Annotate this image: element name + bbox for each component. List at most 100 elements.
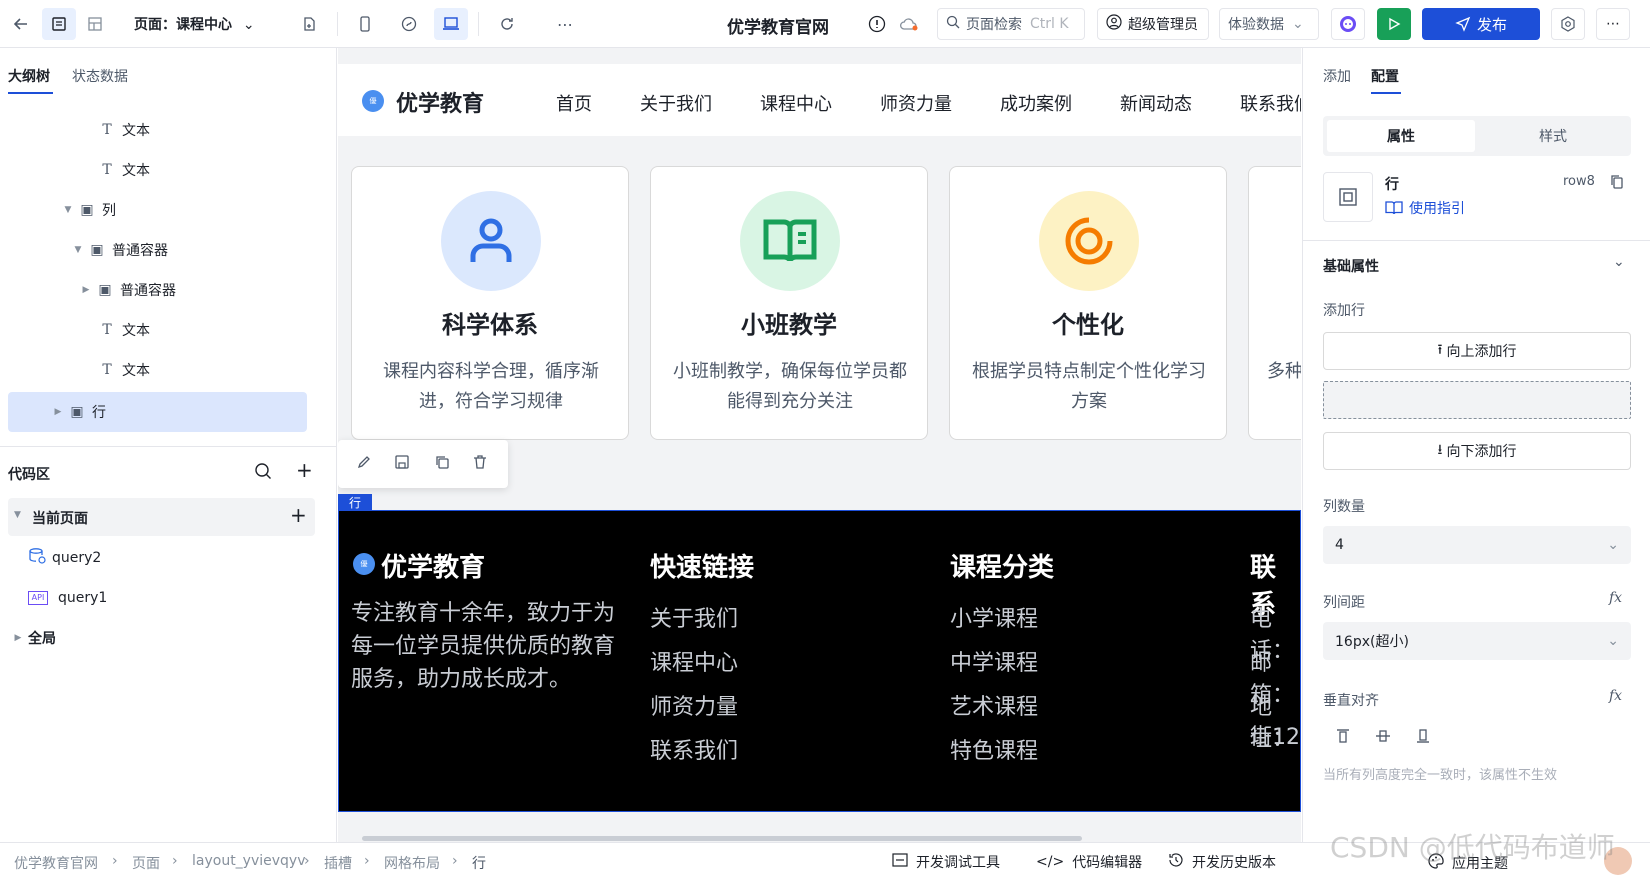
footer-category-link[interactable]: 艺术课程 <box>950 689 1038 721</box>
usage-guide-link[interactable]: 使用指引 <box>1385 198 1465 218</box>
segment-properties[interactable]: 属性 <box>1327 120 1475 152</box>
delete-icon[interactable] <box>472 454 488 474</box>
caret-down-icon[interactable]: ▼ <box>72 245 84 255</box>
nav-link-cases[interactable]: 成功案例 <box>1000 90 1072 116</box>
dev-tools-button[interactable]: 开发调试工具 <box>892 852 1000 872</box>
tree-node-text[interactable]: T 文本 <box>0 310 330 350</box>
env-select[interactable]: 体验数据 ⌄ <box>1219 8 1319 40</box>
mobile-view-icon[interactable] <box>348 8 382 40</box>
column-count-select[interactable]: 4 ⌄ <box>1323 526 1631 564</box>
tab-config[interactable]: 配置 <box>1371 66 1399 86</box>
copy-icon[interactable] <box>1609 174 1625 194</box>
footer-link[interactable]: 关于我们 <box>650 601 738 633</box>
feature-card[interactable]: 个性化 根据学员特点制定个性化学习方案 <box>949 166 1227 440</box>
code-editor-button[interactable]: </> 代码编辑器 <box>1036 852 1142 872</box>
footer-category-link[interactable]: 小学课程 <box>950 601 1038 633</box>
nav-link-about[interactable]: 关于我们 <box>640 90 712 116</box>
caret-right-icon[interactable]: ▶ <box>12 633 24 643</box>
footer-category-link[interactable]: 特色课程 <box>950 733 1038 765</box>
tab-add[interactable]: 添加 <box>1323 66 1351 86</box>
save-icon[interactable] <box>394 454 410 474</box>
feature-title: 科学体系 <box>442 311 538 339</box>
align-top-icon[interactable] <box>1335 728 1351 748</box>
add-row-above-button[interactable]: ⭱ 向上添加行 <box>1323 332 1631 370</box>
nav-link-courses[interactable]: 课程中心 <box>760 90 832 116</box>
user-menu[interactable]: 超级管理员 <box>1097 8 1209 40</box>
breadcrumb-item[interactable]: 网格布局 <box>384 853 440 873</box>
tree-node-container[interactable]: ▼ ▣ 普通容器 <box>0 230 330 270</box>
current-page-group[interactable]: ▼ 当前页面 + <box>8 498 315 536</box>
query-item[interactable]: API query1 <box>0 578 330 618</box>
copy-icon[interactable] <box>434 454 450 474</box>
caret-right-icon[interactable]: ▶ <box>52 407 64 417</box>
caret-down-icon[interactable]: ▼ <box>62 205 74 215</box>
preview-button[interactable] <box>1377 8 1411 40</box>
cloud-sync-icon[interactable] <box>892 8 926 40</box>
more-icon[interactable]: ⋯ <box>548 8 582 40</box>
history-button[interactable]: 开发历史版本 <box>1168 852 1276 872</box>
publish-button[interactable]: 发布 <box>1422 8 1540 40</box>
query-item[interactable]: query2 <box>0 538 330 578</box>
caret-right-icon[interactable]: ▶ <box>80 285 92 295</box>
footer-category-link[interactable]: 中学课程 <box>950 645 1038 677</box>
refresh-icon[interactable] <box>490 8 524 40</box>
footer-link[interactable]: 课程中心 <box>650 645 738 677</box>
ai-assistant-button[interactable] <box>1331 8 1365 40</box>
tree-node-text[interactable]: T 文本 <box>0 350 330 390</box>
caret-down-icon[interactable]: ▼ <box>14 510 21 520</box>
footer-row[interactable]: 優 优学教育 专注教育十余年，致力于为每一位学员提供优质的教育服务，助力成长成才… <box>338 510 1301 812</box>
back-arrow-icon[interactable] <box>4 8 38 40</box>
feature-card[interactable]: 多种 <box>1248 166 1301 440</box>
breadcrumb-item[interactable]: layout_yvievqyv <box>192 853 306 869</box>
desktop-view-icon[interactable] <box>434 8 468 40</box>
nav-link-contact[interactable]: 联系我们 <box>1240 90 1301 116</box>
design-canvas[interactable]: 優 优学教育 首页 关于我们 课程中心 师资力量 成功案例 新闻动态 联系我们 … <box>338 48 1301 842</box>
page-selector[interactable]: 页面：课程中心 ⌄ <box>134 14 255 34</box>
section-basic-props[interactable]: 基础属性 <box>1323 256 1379 276</box>
history-label: 开发历史版本 <box>1192 855 1276 871</box>
formula-icon[interactable]: fx <box>1609 688 1622 704</box>
tree-node-text[interactable]: T 文本 <box>0 150 330 190</box>
segment-style[interactable]: 样式 <box>1479 120 1627 152</box>
target-icon <box>1065 217 1113 265</box>
footer-link[interactable]: 联系我们 <box>650 733 738 765</box>
search-icon[interactable] <box>254 462 272 484</box>
chevron-down-icon[interactable]: ⌄ <box>1613 254 1625 270</box>
nav-link-teachers[interactable]: 师资力量 <box>880 90 952 116</box>
global-group[interactable]: ▶ 全局 <box>0 618 330 658</box>
tree-node-label: 文本 <box>122 123 150 139</box>
nav-link-home[interactable]: 首页 <box>556 90 592 116</box>
settings-button[interactable] <box>1551 8 1585 40</box>
feature-card[interactable]: 小班教学 小班制教学，确保每位学员都能得到充分关注 <box>650 166 928 440</box>
page-search-input[interactable]: 页面检索 Ctrl K <box>937 8 1085 40</box>
tree-node-row-selected[interactable]: ▶ ▣ 行 <box>8 392 307 432</box>
divider <box>0 446 337 447</box>
footer-link[interactable]: 师资力量 <box>650 689 738 721</box>
breadcrumb-item[interactable]: 页面 <box>132 853 160 873</box>
add-icon[interactable]: + <box>296 458 313 482</box>
miniprogram-view-icon[interactable] <box>392 8 426 40</box>
feature-card[interactable]: 科学体系 课程内容科学合理，循序渐进，符合学习规律 <box>351 166 629 440</box>
more-menu-button[interactable]: ⋯ <box>1596 8 1630 40</box>
edit-icon[interactable] <box>356 454 372 474</box>
column-gap-select[interactable]: 16px(超小) ⌄ <box>1323 622 1631 660</box>
tab-outline[interactable]: 大纲树 <box>8 66 50 86</box>
formula-icon[interactable]: fx <box>1609 590 1622 606</box>
add-icon[interactable]: + <box>290 503 307 527</box>
info-icon[interactable] <box>860 8 894 40</box>
horizontal-scrollbar[interactable] <box>362 836 1082 841</box>
align-middle-icon[interactable] <box>1375 728 1391 748</box>
breadcrumb-item[interactable]: 插槽 <box>324 853 352 873</box>
tree-node-container[interactable]: ▶ ▣ 普通容器 <box>0 270 330 310</box>
breadcrumb-item[interactable]: 优学教育官网 <box>14 853 98 873</box>
tree-node-text[interactable]: T 文本 <box>0 110 330 150</box>
tree-node-column[interactable]: ▼ ▣ 列 <box>0 190 330 230</box>
new-page-icon[interactable] <box>292 8 326 40</box>
add-row-below-label: 向下添加行 <box>1446 444 1517 460</box>
layout-view-icon[interactable] <box>78 8 112 40</box>
tab-state-data[interactable]: 状态数据 <box>72 66 128 86</box>
nav-link-news[interactable]: 新闻动态 <box>1120 90 1192 116</box>
align-bottom-icon[interactable] <box>1415 728 1431 748</box>
page-view-icon[interactable] <box>42 8 76 40</box>
add-row-below-button[interactable]: ⭳ 向下添加行 <box>1323 432 1631 470</box>
